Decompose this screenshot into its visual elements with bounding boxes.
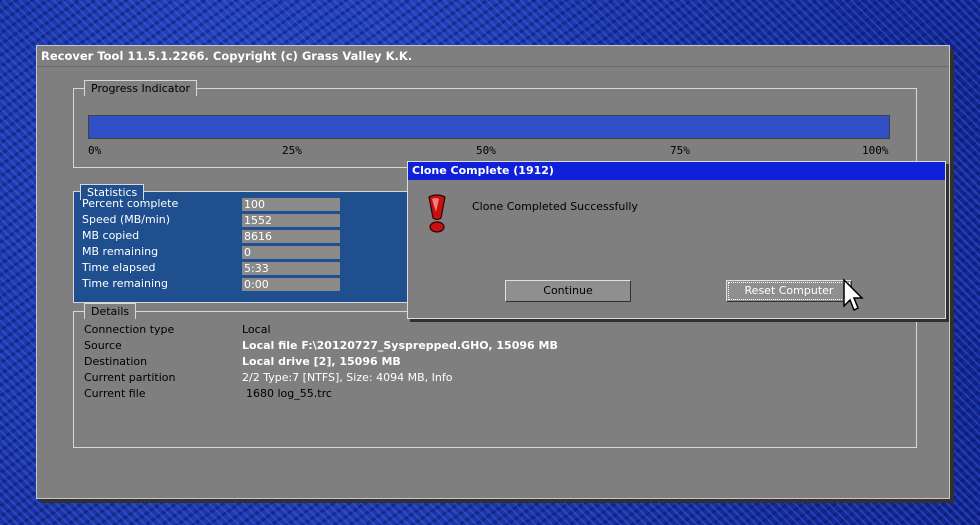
- progress-bar-fill: [89, 116, 889, 138]
- progress-group-label: Progress Indicator: [84, 80, 198, 96]
- stat-label: Speed (MB/min): [82, 213, 171, 226]
- stat-value-mb-copied: 8616: [242, 230, 340, 243]
- stat-row: Speed (MB/min): [82, 212, 170, 228]
- detail-label-destination: Destination: [84, 355, 148, 368]
- stat-value-time-remaining: 0:00: [242, 278, 340, 291]
- detail-label-current-partition: Current partition: [84, 371, 176, 384]
- stat-row: MB copied: [82, 228, 139, 244]
- stat-value-time-elapsed: 5:33: [242, 262, 340, 275]
- detail-value-current-partition: 2/2 Type:7 [NTFS], Size: 4094 MB, Info: [242, 371, 453, 384]
- continue-button-label: Continue: [543, 284, 593, 297]
- stat-value-speed: 1552: [242, 214, 340, 227]
- progress-group: Progress Indicator 0% 25% 50% 75% 100%: [73, 80, 917, 168]
- detail-value-destination: Local drive [2], 15096 MB: [242, 355, 401, 368]
- progress-bar: [88, 115, 890, 139]
- stat-row: Percent complete: [82, 196, 178, 212]
- details-group-label: Details: [84, 303, 137, 319]
- progress-tick-25: 25%: [282, 144, 302, 157]
- exclamation-icon: [428, 194, 446, 233]
- mouse-cursor-icon: [843, 278, 864, 312]
- stat-value-mb-remaining: 0: [242, 246, 340, 259]
- progress-tick-100: 100%: [862, 144, 889, 157]
- detail-label-current-file: Current file: [84, 387, 146, 400]
- statistics-group: Statistics Percent complete 100 Speed (M…: [73, 184, 415, 303]
- stat-label: Time elapsed: [82, 261, 156, 274]
- stat-row: MB remaining: [82, 244, 158, 260]
- detail-label-source: Source: [84, 339, 122, 352]
- detail-label-connection-type: Connection type: [84, 323, 175, 336]
- stat-label: MB copied: [82, 229, 140, 242]
- detail-value-connection-type: Local: [242, 323, 271, 336]
- detail-value-current-file: 1680 log_55.trc: [246, 387, 332, 400]
- detail-value-source: Local file F:\20120727_Sysprepped.GHO, 1…: [242, 339, 558, 352]
- window-title: Recover Tool 11.5.1.2266. Copyright (c) …: [37, 46, 949, 67]
- progress-tick-75: 75%: [670, 144, 690, 157]
- stat-row: Time elapsed: [82, 260, 155, 276]
- dialog-title: Clone Complete (1912): [408, 162, 945, 180]
- dialog-message: Clone Completed Successfully: [472, 200, 638, 213]
- stat-row: Time remaining: [82, 276, 168, 292]
- reset-computer-button[interactable]: Reset Computer: [726, 280, 852, 302]
- progress-tick-50: 50%: [476, 144, 496, 157]
- progress-tick-0: 0%: [88, 144, 102, 157]
- continue-button[interactable]: Continue: [505, 280, 631, 302]
- stat-label: Time remaining: [82, 277, 168, 290]
- details-group: Details Connection type Local Source Loc…: [73, 303, 917, 448]
- reset-computer-button-label: Reset Computer: [744, 284, 834, 297]
- stat-value-percent: 100: [242, 198, 340, 211]
- stat-label: Percent complete: [82, 197, 179, 210]
- stat-label: MB remaining: [82, 245, 159, 258]
